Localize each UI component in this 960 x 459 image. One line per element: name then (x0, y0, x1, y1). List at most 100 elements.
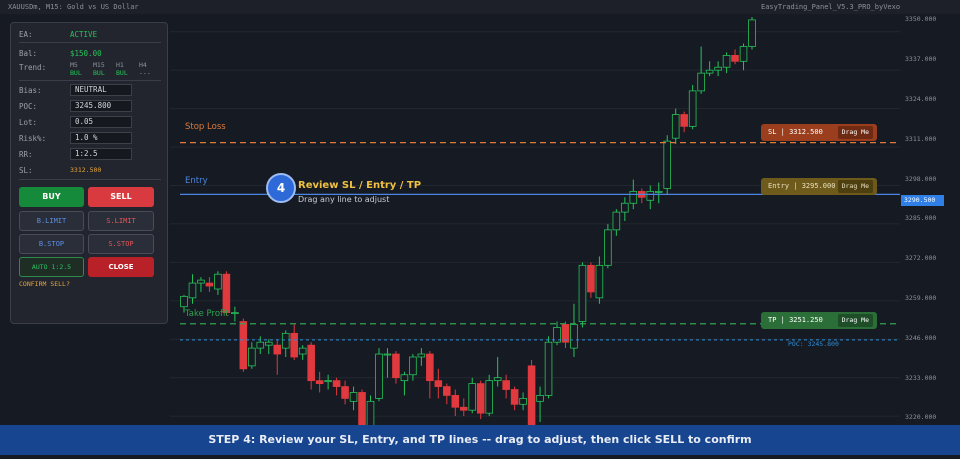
risk-input[interactable]: 1.0 % (70, 132, 132, 144)
candle-body (510, 389, 519, 405)
candle-body (671, 114, 680, 139)
step-subtitle: Drag any line to adjust (298, 195, 390, 204)
take-profit-line-label: Take Profit (185, 309, 229, 319)
candle-body (570, 324, 578, 349)
candle-body (739, 46, 748, 62)
sl-tag-text: SL | 3312.500 (768, 128, 823, 136)
candle-body (459, 406, 468, 411)
close-button[interactable]: CLOSE (88, 257, 154, 277)
price-tick: 3233.000 (905, 374, 937, 382)
candle-body (731, 54, 739, 62)
candle-body (680, 114, 688, 127)
price-tick: 3272.000 (905, 254, 937, 262)
candle-body (307, 344, 315, 382)
candle-body (536, 395, 544, 402)
candle-body (205, 282, 214, 287)
ea-status-value: ACTIVE (70, 30, 98, 39)
candle-body (417, 353, 426, 358)
candle-body (375, 353, 383, 399)
candle-body (748, 19, 756, 47)
candle-body (273, 344, 282, 355)
poc-label: POC: (19, 102, 38, 111)
tp-line-tag[interactable]: TP | 3251.250 Drag Me (761, 312, 877, 329)
candle-body (349, 392, 358, 402)
trend-dir-h1: BUL (116, 69, 128, 77)
candle-body (714, 66, 722, 71)
sl-line-tag[interactable]: SL | 3312.500 Drag Me (761, 124, 877, 141)
buy-button[interactable]: BUY (19, 187, 84, 207)
candle-body (688, 90, 697, 127)
price-tick: 3220.000 (905, 413, 937, 421)
buy-stop-button[interactable]: B.STOP (19, 234, 84, 254)
candle-body (519, 397, 527, 405)
stop-loss-line-label: Stop Loss (185, 122, 226, 132)
poc-field: 3245.800 (70, 100, 132, 112)
lot-input[interactable]: 0.05 (70, 116, 132, 128)
candle-body (298, 347, 307, 355)
trend-tf-h1: H1 (116, 61, 124, 69)
candle-body (392, 353, 400, 379)
trend-dir-m15: BUL (93, 69, 105, 77)
symbol-title: XAUUSDm, M15: Gold vs US Dollar (8, 3, 139, 11)
step-instruction-banner: STEP 4: Review your SL, Entry, and TP li… (0, 425, 960, 455)
confirm-sell-prompt: CONFIRM SELL? (19, 280, 70, 288)
candle-body (451, 395, 460, 408)
sell-button[interactable]: SELL (88, 187, 154, 207)
candle-body (281, 332, 290, 349)
candle-body (621, 202, 629, 213)
entry-line-tag[interactable]: Entry | 3295.000 Drag Me (761, 178, 877, 195)
rr-input[interactable]: 1:2.5 (70, 148, 132, 160)
candle-body (612, 211, 621, 231)
sell-limit-button[interactable]: S.LIMIT (88, 211, 154, 231)
candle-body (332, 380, 341, 387)
candle-body (409, 356, 417, 376)
candle-body (383, 353, 392, 356)
bias-label: Bias: (19, 86, 42, 95)
price-tick: 3259.000 (905, 294, 937, 302)
candle-body (222, 273, 231, 314)
sl-value: 3312.500 (70, 166, 102, 174)
lot-label: Lot: (19, 118, 38, 127)
candle-body (629, 191, 638, 204)
candle-body (180, 295, 188, 308)
balance-label: Bal: (19, 49, 38, 58)
price-tick: 3246.000 (905, 334, 937, 342)
trend-tf-m5: M5 (70, 61, 78, 69)
sell-stop-button[interactable]: S.STOP (88, 234, 154, 254)
entry-drag-handle[interactable]: Drag Me (837, 180, 873, 193)
bias-field: NEUTRAL (70, 84, 132, 96)
candle-body (604, 229, 612, 266)
panel-name-label: EasyTrading_Panel_V5.3_PRO_byVexo (761, 3, 901, 11)
candle-body (722, 54, 731, 68)
candle-body (544, 341, 553, 396)
candle-body (705, 69, 714, 74)
price-scale[interactable]: 3350.000 3337.000 3324.000 3311.000 3298… (900, 0, 960, 459)
auto-rr-button[interactable]: AUTO 1:2.5 (19, 257, 84, 277)
sl-drag-handle[interactable]: Drag Me (837, 126, 873, 139)
candle-body (341, 386, 349, 399)
candle-body (264, 341, 273, 346)
trading-panel: EA: ACTIVE Bal: $150.00 Trend: M5 BUL M1… (10, 22, 168, 324)
candle-body (502, 380, 510, 390)
price-tick: 3350.000 (905, 15, 937, 23)
candle-body (426, 353, 434, 382)
balance-value: $150.00 (70, 49, 102, 58)
candle-body (493, 377, 502, 382)
candle-body (400, 374, 409, 382)
candle-body (239, 321, 248, 370)
risk-label: Risk%: (19, 134, 47, 143)
trend-tf-h4: H4 (139, 61, 147, 69)
panel-divider (19, 80, 161, 81)
candle-body (654, 191, 663, 193)
candle-body (578, 264, 587, 322)
candle-body (663, 140, 672, 189)
price-tick: 3311.000 (905, 135, 937, 143)
candle-body (214, 273, 222, 290)
buy-limit-button[interactable]: B.LIMIT (19, 211, 84, 231)
candle-body (476, 383, 485, 414)
candle-body (324, 380, 332, 383)
tp-drag-handle[interactable]: Drag Me (837, 314, 873, 327)
ea-label: EA: (19, 30, 33, 39)
candle-body (231, 312, 239, 315)
step-title: Review SL / Entry / TP (298, 180, 422, 191)
